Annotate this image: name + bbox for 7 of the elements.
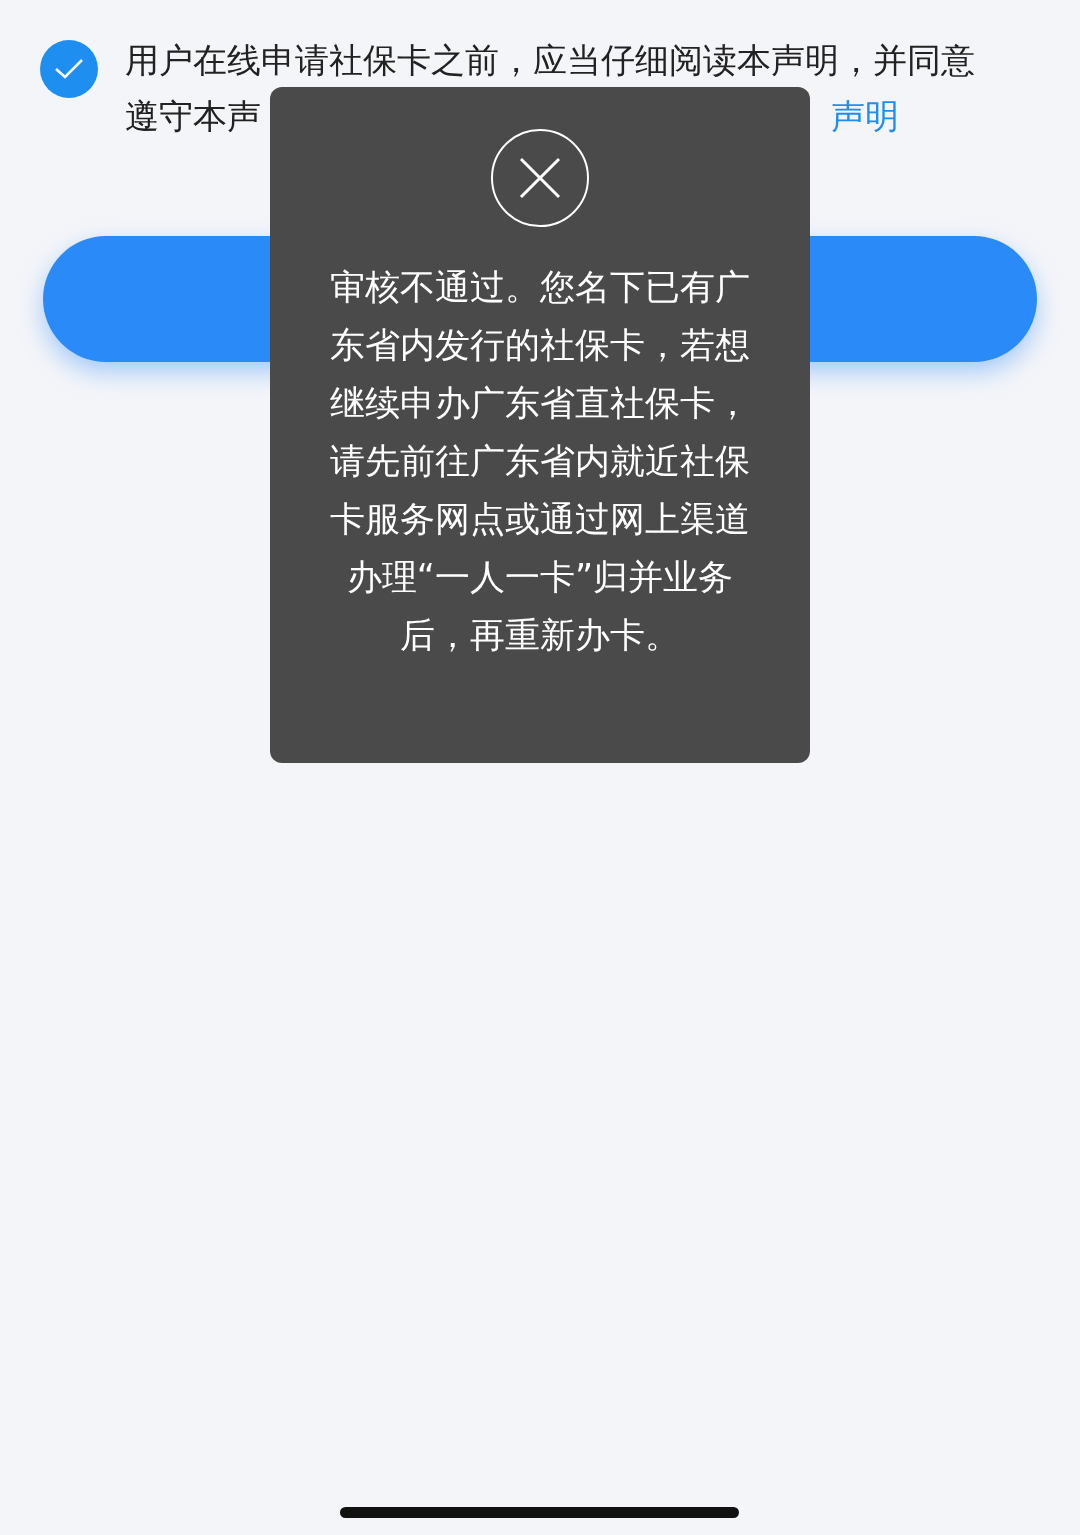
close-icon[interactable] [490,128,590,228]
agreement-text: 遵守本声 [125,94,261,138]
view-statement-link[interactable]: 声明 [831,90,899,142]
toast-message: 审核不通过。您名下已有广东省内发行的社保卡，若想继续申办广东省直社保卡，请先前往广东省内就近社保卡服务网点或通过网上渠道办理“一人一卡”归并业务后，再重新办卡。 [330,266,750,657]
checkbox[interactable] [40,40,98,98]
check-icon [54,58,84,80]
agreement-text: 用户在线申请社保卡之前，应当仔细阅读本声明，并同意 [125,38,975,82]
